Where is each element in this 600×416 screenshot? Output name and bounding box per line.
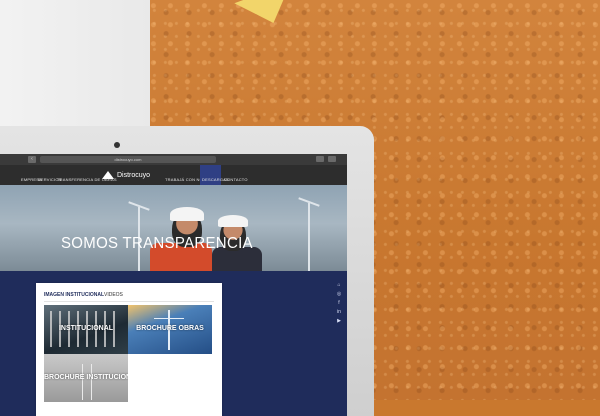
hard-hat-image — [218, 215, 248, 227]
tile-label: INSTITUCIONAL — [58, 325, 114, 332]
wind-turbine-image — [308, 203, 310, 271]
site-navigation: EMPRESA SERVICIOS TRANSFERENCIA DE OBRAS… — [0, 165, 347, 185]
laptop-screen: ‹ distrocuyo.com EMPRESA SERVICIOS TRANS… — [0, 154, 347, 416]
site-logo[interactable]: Distrocuyo — [102, 171, 150, 179]
tab-divider — [44, 301, 214, 302]
hero-title: SOMOS TRANSPARENCIA — [61, 234, 253, 253]
download-tile-brochure-obras[interactable]: BROCHURE OBRAS — [128, 305, 212, 354]
facebook-icon[interactable]: f — [335, 300, 343, 309]
tile-label: BROCHURE INSTITUCIONAL — [44, 374, 128, 381]
mountain-logo-icon — [102, 171, 114, 179]
tile-label: BROCHURE OBRAS — [136, 325, 204, 332]
nav-item-contacto[interactable]: CONTACTO — [224, 177, 248, 182]
laptop: ‹ distrocuyo.com EMPRESA SERVICIOS TRANS… — [0, 126, 374, 416]
instagram-icon[interactable]: ◎ — [335, 291, 343, 300]
browser-tabs-button[interactable] — [328, 156, 336, 162]
browser-share-button[interactable] — [316, 156, 324, 162]
linkedin-icon[interactable]: in — [335, 309, 343, 318]
youtube-icon[interactable]: ▶ — [335, 318, 343, 327]
downloads-panel: IMAGEN INSTITUCIONAL VIDEOS INSTITUCIONA… — [36, 283, 222, 416]
hero-banner: SOMOS TRANSPARENCIA — [0, 185, 347, 271]
power-tower-image — [82, 364, 92, 400]
tab-videos[interactable]: VIDEOS — [104, 292, 123, 298]
nav-active-highlight — [200, 165, 221, 185]
browser-back-button[interactable]: ‹ — [28, 156, 36, 163]
browser-url-bar[interactable]: distrocuyo.com — [40, 156, 216, 163]
browser-toolbar: ‹ distrocuyo.com — [0, 154, 347, 165]
tab-imagen-institucional[interactable]: IMAGEN INSTITUCIONAL — [44, 292, 104, 298]
home-icon[interactable]: ⌂ — [335, 282, 343, 291]
site-logo-text: Distrocuyo — [117, 171, 151, 179]
download-tile-institucional[interactable]: INSTITUCIONAL — [44, 305, 128, 354]
webcam-icon — [114, 142, 120, 148]
hard-hat-image — [170, 207, 204, 221]
social-links: ⌂ ◎ f in ▶ — [335, 282, 343, 327]
download-tile-brochure-institucional[interactable]: BROCHURE INSTITUCIONAL — [44, 354, 128, 402]
